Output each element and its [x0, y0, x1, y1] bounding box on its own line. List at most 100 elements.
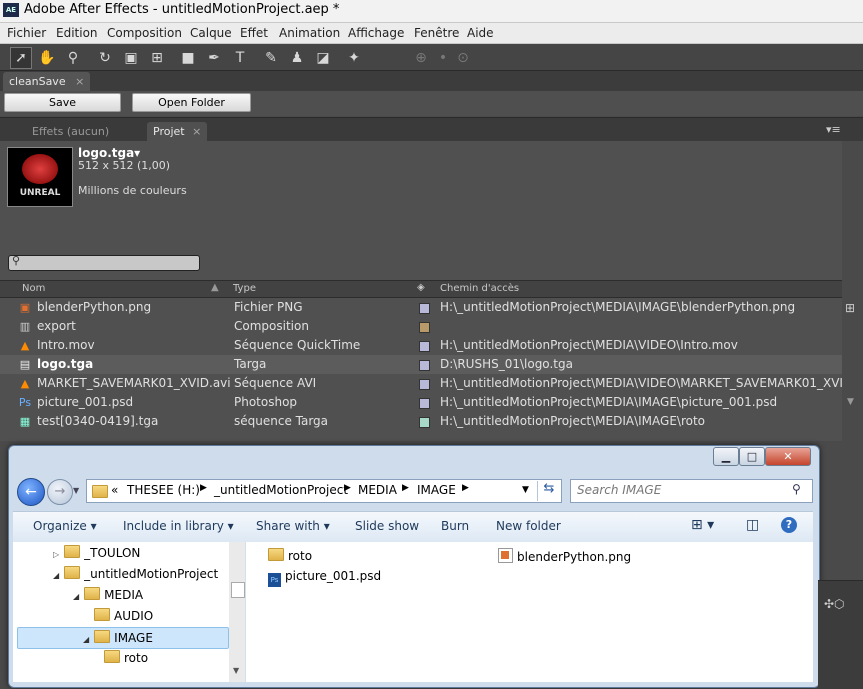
menu-affichage[interactable]: Affichage: [348, 26, 404, 40]
label-color-swatch[interactable]: [419, 398, 430, 409]
label-color-swatch[interactable]: [419, 303, 430, 314]
label-color-swatch[interactable]: [419, 360, 430, 371]
preview-pane-icon[interactable]: ◫: [746, 517, 759, 533]
chevron-right-icon[interactable]: ▶: [462, 483, 469, 493]
share-with-menu[interactable]: Share with ▾: [256, 519, 330, 533]
pan-behind-icon[interactable]: ⊞: [146, 47, 168, 69]
tree-item-audio[interactable]: AUDIO: [94, 608, 153, 623]
tab-cleansave[interactable]: cleanSave ×: [3, 72, 91, 91]
column-type[interactable]: Type: [233, 283, 256, 294]
open-folder-button[interactable]: Open Folder: [132, 93, 251, 112]
tree-item-roto[interactable]: roto: [104, 650, 148, 665]
chevron-right-icon[interactable]: ▶: [200, 483, 207, 493]
include-in-library-menu[interactable]: Include in library ▾: [123, 519, 234, 533]
project-panel: UNREAL logo.tga▾ 512 x 512 (1,00) Millio…: [0, 141, 863, 441]
project-row[interactable]: ▲ MARKET_SAVEMARK01_XVID.avi Séquence AVI H…: [0, 374, 863, 393]
project-search-input[interactable]: ⚲: [8, 254, 200, 271]
type-tool-icon[interactable]: T: [229, 47, 251, 69]
chevron-down-icon[interactable]: ▼: [522, 485, 529, 495]
maximize-button[interactable]: □: [739, 447, 765, 466]
breadcrumb-image[interactable]: IMAGE: [417, 483, 456, 497]
file-item-blenderpython[interactable]: blenderPython.png: [498, 548, 631, 564]
brush-tool-icon[interactable]: ✎: [260, 47, 282, 69]
scroll-down-icon[interactable]: ▼: [233, 666, 239, 675]
menu-composition[interactable]: Composition: [107, 26, 182, 40]
search-icon[interactable]: ⚲: [792, 482, 801, 496]
close-icon[interactable]: ×: [75, 75, 84, 88]
column-chemin[interactable]: Chemin d'accès: [440, 283, 519, 294]
breadcrumb-project[interactable]: _untitledMotionProject: [214, 483, 348, 497]
camera-orbit-icon[interactable]: ▣: [120, 47, 142, 69]
forward-button[interactable]: →: [47, 479, 73, 505]
zoom-tool-icon[interactable]: ⚲: [62, 47, 84, 69]
view-options-icon[interactable]: ⊞ ▾: [691, 517, 714, 533]
address-bar[interactable]: « THESEE (H:) ▶ _untitledMotionProject ▶…: [86, 479, 562, 503]
panel-menu-icon[interactable]: ▾≡: [826, 123, 841, 136]
save-button[interactable]: Save: [4, 93, 121, 112]
flowchart-icon[interactable]: ⊞: [845, 301, 855, 315]
tree-item-image[interactable]: ◢ IMAGE: [17, 627, 229, 649]
label-color-swatch[interactable]: [419, 417, 430, 428]
menu-fenetre[interactable]: Fenêtre: [414, 26, 459, 40]
breadcrumb-drive[interactable]: THESEE (H:): [127, 483, 200, 497]
hand-tool-icon[interactable]: ✋: [36, 47, 58, 69]
tab-effets[interactable]: Effets (aucun): [26, 122, 115, 141]
explorer-search-input[interactable]: Search IMAGE ⚲: [570, 479, 813, 503]
organize-menu[interactable]: Organize ▾: [33, 519, 97, 533]
psd-file-icon: Ps: [18, 396, 32, 409]
column-nom[interactable]: Nom: [22, 283, 45, 294]
back-button[interactable]: ←: [17, 478, 45, 506]
project-row[interactable]: ▲ Intro.mov Séquence QuickTime H:\_untitled…: [0, 336, 842, 355]
project-row[interactable]: ▣ blenderPython.png Fichier PNG H:\_untitle…: [0, 298, 842, 317]
tree-item-toulon[interactable]: ▷ _TOULON: [53, 545, 140, 560]
scrollbar-thumb[interactable]: [231, 582, 245, 598]
close-button[interactable]: ✕: [765, 447, 811, 466]
file-item-picture-001[interactable]: Ps picture_001.psd: [268, 569, 381, 587]
burn-button[interactable]: Burn: [441, 519, 469, 533]
help-icon[interactable]: ?: [781, 517, 797, 533]
menu-aide[interactable]: Aide: [467, 26, 494, 40]
label-color-swatch[interactable]: [419, 322, 430, 333]
selection-tool-icon[interactable]: ➚: [10, 47, 32, 69]
eraser-tool-icon[interactable]: ◪: [312, 47, 334, 69]
rectangle-tool-icon[interactable]: ■: [177, 47, 199, 69]
new-folder-button[interactable]: New folder: [496, 519, 561, 533]
recent-pages-icon[interactable]: ▼: [73, 486, 79, 495]
pen-tool-icon[interactable]: ✒: [203, 47, 225, 69]
menu-calque[interactable]: Calque: [190, 26, 232, 40]
tree-item-media[interactable]: ◢ MEDIA: [73, 587, 143, 602]
scroll-down-icon[interactable]: ▼: [847, 397, 854, 407]
label-color-swatch[interactable]: [419, 341, 430, 352]
tab-projet[interactable]: Projet ×: [147, 122, 208, 141]
breadcrumb-media[interactable]: MEDIA: [358, 483, 397, 497]
preview-filename[interactable]: logo.tga▾: [78, 146, 140, 160]
project-row[interactable]: ▦ test[0340-0419].tga séquence Targa H:\_un…: [0, 412, 842, 431]
breadcrumb-overflow[interactable]: «: [111, 483, 118, 497]
rotate-tool-icon[interactable]: ↻: [94, 47, 116, 69]
row-name: blenderPython.png: [37, 300, 152, 314]
chevron-right-icon[interactable]: ▶: [344, 483, 351, 493]
folder-icon: [64, 566, 81, 579]
menu-animation[interactable]: Animation: [279, 26, 340, 40]
tree-item-untitledmotionproject[interactable]: ◢ _untitledMotionProject: [53, 566, 218, 581]
clone-stamp-icon[interactable]: ♟: [286, 47, 308, 69]
chevron-right-icon[interactable]: ▶: [402, 483, 409, 493]
sort-ascending-icon[interactable]: ▲: [211, 282, 219, 293]
label-color-swatch[interactable]: [419, 379, 430, 390]
project-scrollbar[interactable]: ⊞ ▼: [842, 141, 863, 441]
file-item-roto[interactable]: roto: [268, 548, 312, 563]
menu-fichier[interactable]: Fichier: [7, 26, 46, 40]
menu-effet[interactable]: Effet: [240, 26, 268, 40]
project-row[interactable]: ▤ logo.tga Targa D:\RUSHS_01\logo.tga: [0, 355, 842, 374]
project-row[interactable]: Ps picture_001.psd Photoshop H:\_untitledMo…: [0, 393, 842, 412]
puppet-pin-icon[interactable]: ✦: [343, 47, 365, 69]
close-icon[interactable]: ×: [192, 125, 201, 138]
project-row[interactable]: ▥ export Composition: [0, 317, 842, 336]
refresh-icon[interactable]: ⇆: [537, 481, 560, 501]
minimize-button[interactable]: ▁: [713, 447, 739, 466]
navigation-scrollbar[interactable]: ▼: [229, 542, 245, 682]
slide-show-button[interactable]: Slide show: [355, 519, 419, 533]
menu-edition[interactable]: Edition: [56, 26, 98, 40]
3d-layer-icon[interactable]: ✣⬡: [824, 597, 845, 611]
label-tag-icon[interactable]: ◈: [417, 282, 425, 293]
